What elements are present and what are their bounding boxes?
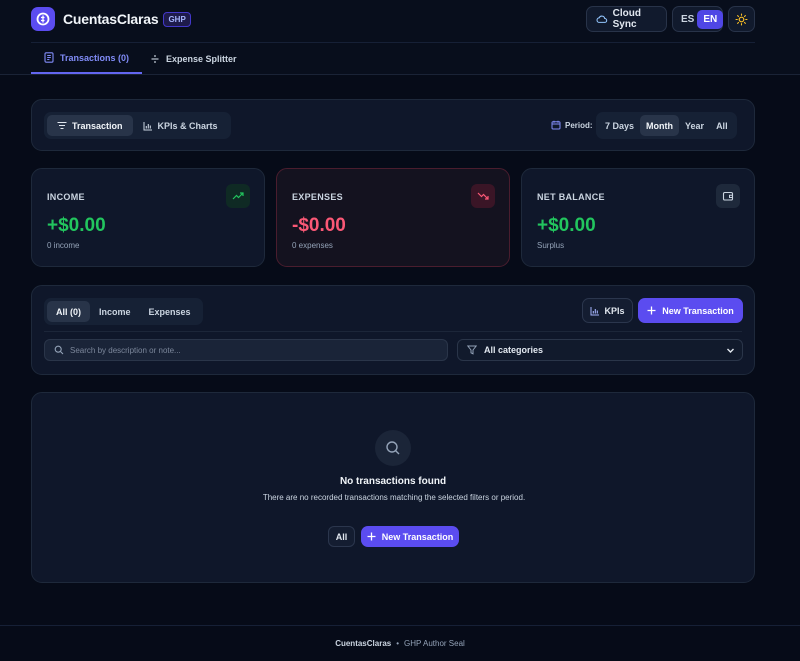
app-header: CuentasClaras GHP Cloud Sync ES EN Trans… (0, 0, 800, 75)
calendar-icon (551, 120, 561, 130)
bar-chart-icon (590, 306, 600, 315)
footer-separator: • (396, 639, 400, 648)
type-filter: All (0) Income Expenses (44, 298, 203, 325)
new-transaction-button[interactable]: New Transaction (638, 298, 743, 323)
divide-icon (151, 54, 159, 63)
tab-expense-splitter[interactable]: Expense Splitter (146, 43, 241, 74)
view-transaction-button[interactable]: Transaction (47, 115, 133, 136)
filter-lines-icon (57, 121, 67, 130)
tab-transactions[interactable]: Transactions (0) (31, 43, 143, 74)
trend-down-icon (471, 184, 495, 208)
tab-expense-splitter-label: Expense Splitter (166, 53, 237, 64)
view-kpis-charts-label: KPIs & Charts (157, 120, 218, 131)
search-input[interactable] (70, 345, 430, 355)
chevron-down-icon (727, 348, 734, 353)
net-balance-status: Surplus (537, 241, 565, 250)
footer-brand: CuentasClaras (335, 639, 392, 648)
lang-es-button[interactable]: ES (678, 14, 697, 25)
funnel-icon (467, 345, 477, 355)
period-label: Period: (551, 120, 593, 130)
filter-expenses-button[interactable]: Expenses (140, 301, 200, 322)
view-transaction-label: Transaction (72, 120, 123, 131)
cloud-icon (596, 15, 608, 23)
income-value: +$0.00 (47, 215, 106, 236)
footer: CuentasClaras • GHP Author Seal (0, 625, 800, 661)
app-name: CuentasClaras (63, 11, 159, 27)
empty-all-button[interactable]: All (328, 526, 355, 547)
receipt-icon (44, 52, 54, 63)
view-kpis-charts-button[interactable]: KPIs & Charts (133, 115, 228, 136)
view-toolbar: Transaction KPIs & Charts Period: 7 Days… (31, 99, 755, 151)
new-transaction-label: New Transaction (662, 305, 734, 316)
empty-title: No transactions found (339, 476, 447, 487)
expenses-count: 0 expenses (292, 241, 333, 250)
income-card: INCOME +$0.00 0 income (31, 168, 265, 267)
expenses-card: EXPENSES -$0.00 0 expenses (276, 168, 510, 267)
cloud-sync-button[interactable]: Cloud Sync (586, 6, 667, 32)
net-balance-card: NET BALANCE +$0.00 Surplus (521, 168, 755, 267)
tab-transactions-label: Transactions (0) (60, 52, 130, 63)
empty-new-transaction-label: New Transaction (381, 531, 454, 542)
category-select[interactable]: All categories (457, 339, 743, 361)
net-balance-title: NET BALANCE (537, 192, 605, 202)
period-all[interactable]: All (710, 115, 734, 136)
income-count: 0 income (47, 241, 80, 250)
lang-en-button[interactable]: EN (697, 9, 724, 29)
plus-icon (367, 532, 376, 541)
expenses-title: EXPENSES (292, 192, 343, 202)
kpis-button-label: KPIs (604, 305, 625, 316)
cloud-sync-label: Cloud Sync (612, 8, 641, 30)
search-box (44, 339, 448, 361)
brand[interactable]: CuentasClaras GHP (31, 7, 191, 31)
bar-chart-icon (143, 121, 152, 130)
empty-description: There are no recorded transactions match… (262, 493, 526, 502)
period-switcher: 7 Days Month Year All (596, 112, 737, 139)
language-switch: ES EN (672, 6, 724, 32)
wallet-icon (716, 184, 740, 208)
filters-panel: All (0) Income Expenses KPIs New Transac… (31, 285, 755, 375)
empty-state: No transactions found There are no recor… (31, 392, 755, 583)
income-title: INCOME (47, 192, 85, 202)
trend-up-icon (226, 184, 250, 208)
period-year[interactable]: Year (679, 115, 710, 136)
kpis-button[interactable]: KPIs (582, 298, 633, 323)
view-switcher: Transaction KPIs & Charts (44, 112, 231, 139)
sun-icon (735, 12, 748, 26)
plus-icon (647, 306, 656, 315)
search-icon (375, 430, 411, 466)
filter-income-button[interactable]: Income (90, 301, 140, 322)
app-badge: GHP (163, 11, 191, 27)
footer-text: GHP Author Seal (404, 639, 465, 648)
logo-icon (31, 7, 55, 31)
period-7-days[interactable]: 7 Days (599, 115, 640, 136)
filter-all-button[interactable]: All (0) (47, 301, 91, 322)
search-icon (54, 345, 64, 355)
empty-new-transaction-button[interactable]: New Transaction (361, 526, 459, 547)
expenses-value: -$0.00 (292, 215, 346, 236)
period-month[interactable]: Month (640, 115, 680, 136)
filters-divider (44, 331, 742, 332)
net-balance-value: +$0.00 (537, 215, 596, 236)
theme-toggle-button[interactable] (728, 6, 755, 32)
period-label-text: Period: (565, 120, 593, 130)
category-select-value: All categories (484, 345, 544, 355)
